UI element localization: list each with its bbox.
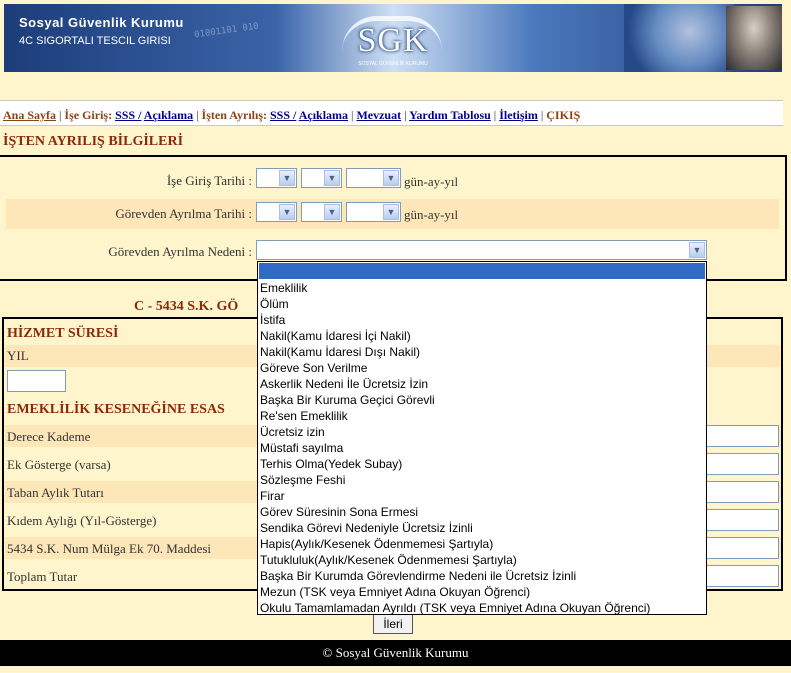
- globe-image: [624, 4, 734, 72]
- nav-entry-sss-link[interactable]: SSS /: [115, 108, 141, 122]
- reason-dropdown-list[interactable]: Emeklilik Ölüm İstifa Nakil(Kamu İdaresi İç…: [257, 261, 707, 615]
- chevron-down-icon: ▼: [689, 242, 705, 258]
- section-title-exit-info: İŞTEN AYRILIŞ BİLGİLERİ: [3, 134, 184, 149]
- dropdown-option-selected-blank[interactable]: [259, 263, 705, 279]
- dropdown-option[interactable]: Başka Bir Kuruma Geçici Görevli: [258, 392, 706, 408]
- dropdown-option[interactable]: Başka Bir Kurumda Görevlendirme Nedeni i…: [258, 568, 706, 584]
- next-button[interactable]: İleri: [373, 614, 413, 634]
- reason-label: Görevden Ayrılma Nedeni :: [108, 244, 252, 259]
- leave-month-select[interactable]: ▼: [301, 202, 342, 222]
- base-salary-input[interactable]: [703, 481, 779, 503]
- total-input[interactable]: [703, 565, 779, 587]
- nav-exit-label: İşten Ayrılış:: [201, 108, 267, 122]
- chevron-down-icon: ▼: [279, 170, 295, 186]
- dropdown-option[interactable]: Re'sen Emeklilik: [258, 408, 706, 424]
- entry-month-select[interactable]: ▼: [301, 168, 342, 188]
- nav-legislation-link[interactable]: Mevzuat: [356, 108, 401, 122]
- entry-date-format: gün-ay-yıl: [404, 174, 459, 189]
- nav-entry-label: İşe Giriş:: [64, 108, 113, 122]
- total-label: Toplam Tutar: [7, 569, 78, 584]
- pension-heading: EMEKLİLİK KESENEĞİNE ESAS: [7, 402, 225, 417]
- chevron-down-icon: ▼: [383, 170, 399, 186]
- seniority-label: Kıdem Aylığı (Yıl-Gösterge): [7, 513, 157, 528]
- year-input[interactable]: [7, 370, 66, 392]
- leave-date-format: gün-ay-yıl: [404, 207, 459, 222]
- article-label: 5434 S.K. Num Mülga Ek 70. Maddesi: [7, 541, 212, 556]
- nav-separator: |: [59, 108, 62, 122]
- leave-date-label: Görevden Ayrılma Tarihi :: [115, 206, 252, 221]
- org-name: Sosyal Güvenlik Kurumu: [19, 15, 184, 30]
- leave-day-select[interactable]: ▼: [256, 202, 297, 222]
- dropdown-option[interactable]: Askerlik Nedeni İle Ücretsiz İzin: [258, 376, 706, 392]
- section-title-c: C - 5434 S.K. GÖ: [134, 299, 239, 314]
- nav-separator: |: [493, 108, 497, 122]
- logo-text: SGK: [357, 22, 429, 59]
- nav-home-link[interactable]: Ana Sayfa: [3, 108, 56, 122]
- dropdown-option[interactable]: Nakil(Kamu İdaresi İçi Nakil): [258, 328, 706, 344]
- dropdown-option[interactable]: Mezun (TSK veya Emniyet Adına Okuyan Öğr…: [258, 584, 706, 600]
- entry-day-select[interactable]: ▼: [256, 168, 297, 188]
- dropdown-option[interactable]: Ücretsiz izin: [258, 424, 706, 440]
- dropdown-option[interactable]: Emeklilik: [258, 280, 706, 296]
- year-label: YIL: [7, 348, 29, 363]
- dropdown-option[interactable]: Okulu Tamamlamadan Ayrıldı (TSK veya Emn…: [258, 600, 706, 616]
- base-salary-label: Taban Aylık Tutarı: [7, 485, 104, 500]
- nav-contact-link[interactable]: İletişim: [499, 108, 538, 122]
- nav-separator: |: [540, 108, 544, 122]
- grade-label: Derece Kademe: [7, 429, 91, 444]
- entry-year-select[interactable]: ▼: [346, 168, 401, 188]
- nav-help-table-link[interactable]: Yardım Tablosu: [409, 108, 491, 122]
- banner-binary-decoration: 01001101 010: [193, 21, 260, 41]
- chevron-down-icon: ▼: [279, 204, 295, 220]
- dropdown-option[interactable]: Terhis Olma(Yedek Subay): [258, 456, 706, 472]
- dropdown-option[interactable]: Sendika Görevi Nedeniyle Ücretsiz İzinli: [258, 520, 706, 536]
- service-heading: HİZMET SÜRESİ: [7, 326, 119, 341]
- top-navigation: Ana Sayfa | İşe Giriş: SSS / Açıklama | …: [0, 100, 783, 126]
- article-input[interactable]: [703, 537, 779, 559]
- dropdown-option[interactable]: Müstafi sayılma: [258, 440, 706, 456]
- entry-date-label: İşe Giriş Tarihi :: [166, 173, 252, 188]
- footer: © Sosyal Güvenlik Kurumu: [0, 640, 791, 666]
- grade-input[interactable]: [703, 425, 779, 447]
- dropdown-option[interactable]: Görev Süresinin Sona Ermesi: [258, 504, 706, 520]
- nav-separator: |: [351, 108, 354, 122]
- extra-indicator-label: Ek Gösterge (varsa): [7, 457, 111, 472]
- nav-entry-desc-link[interactable]: Açıklama: [144, 108, 193, 122]
- dropdown-option[interactable]: Sözleşme Feshi: [258, 472, 706, 488]
- dropdown-option[interactable]: İstifa: [258, 312, 706, 328]
- logo-small-text: SOSYAL GÜVENLİK KURUMU: [358, 61, 428, 67]
- dropdown-option[interactable]: Tutukluluk(Aylık/Kesenek Ödenmemesi Şart…: [258, 552, 706, 568]
- dropdown-option[interactable]: Hapis(Aylık/Kesenek Ödenmemesi Şartıyla): [258, 536, 706, 552]
- nav-separator: |: [404, 108, 407, 122]
- dropdown-option[interactable]: Firar: [258, 488, 706, 504]
- footer-copyright: © Sosyal Güvenlik Kurumu: [322, 645, 469, 660]
- chevron-down-icon: ▼: [324, 204, 340, 220]
- leave-year-select[interactable]: ▼: [346, 202, 401, 222]
- sgk-logo: SGK SOSYAL GÜVENLİK KURUMU: [340, 10, 446, 70]
- chevron-down-icon: ▼: [324, 170, 340, 186]
- portrait-image: [726, 6, 782, 70]
- nav-logout-link[interactable]: ÇIKIŞ: [546, 108, 580, 122]
- chevron-down-icon: ▼: [383, 204, 399, 220]
- nav-exit-desc-link[interactable]: Açıklama: [299, 108, 348, 122]
- dropdown-option[interactable]: Ölüm: [258, 296, 706, 312]
- page-subtitle: 4C SIGORTALI TESCIL GIRISI: [19, 35, 171, 47]
- nav-exit-sss-link[interactable]: SSS /: [270, 108, 296, 122]
- dropdown-option[interactable]: Göreve Son Verilme: [258, 360, 706, 376]
- extra-indicator-input[interactable]: [703, 453, 779, 475]
- nav-separator: |: [196, 108, 199, 122]
- header-banner: 01001101 010 Sosyal Güvenlik Kurumu 4C S…: [4, 4, 782, 72]
- reason-select[interactable]: ▼: [256, 240, 707, 260]
- dropdown-option[interactable]: Nakil(Kamu İdaresi Dışı Nakil): [258, 344, 706, 360]
- seniority-input[interactable]: [703, 509, 779, 531]
